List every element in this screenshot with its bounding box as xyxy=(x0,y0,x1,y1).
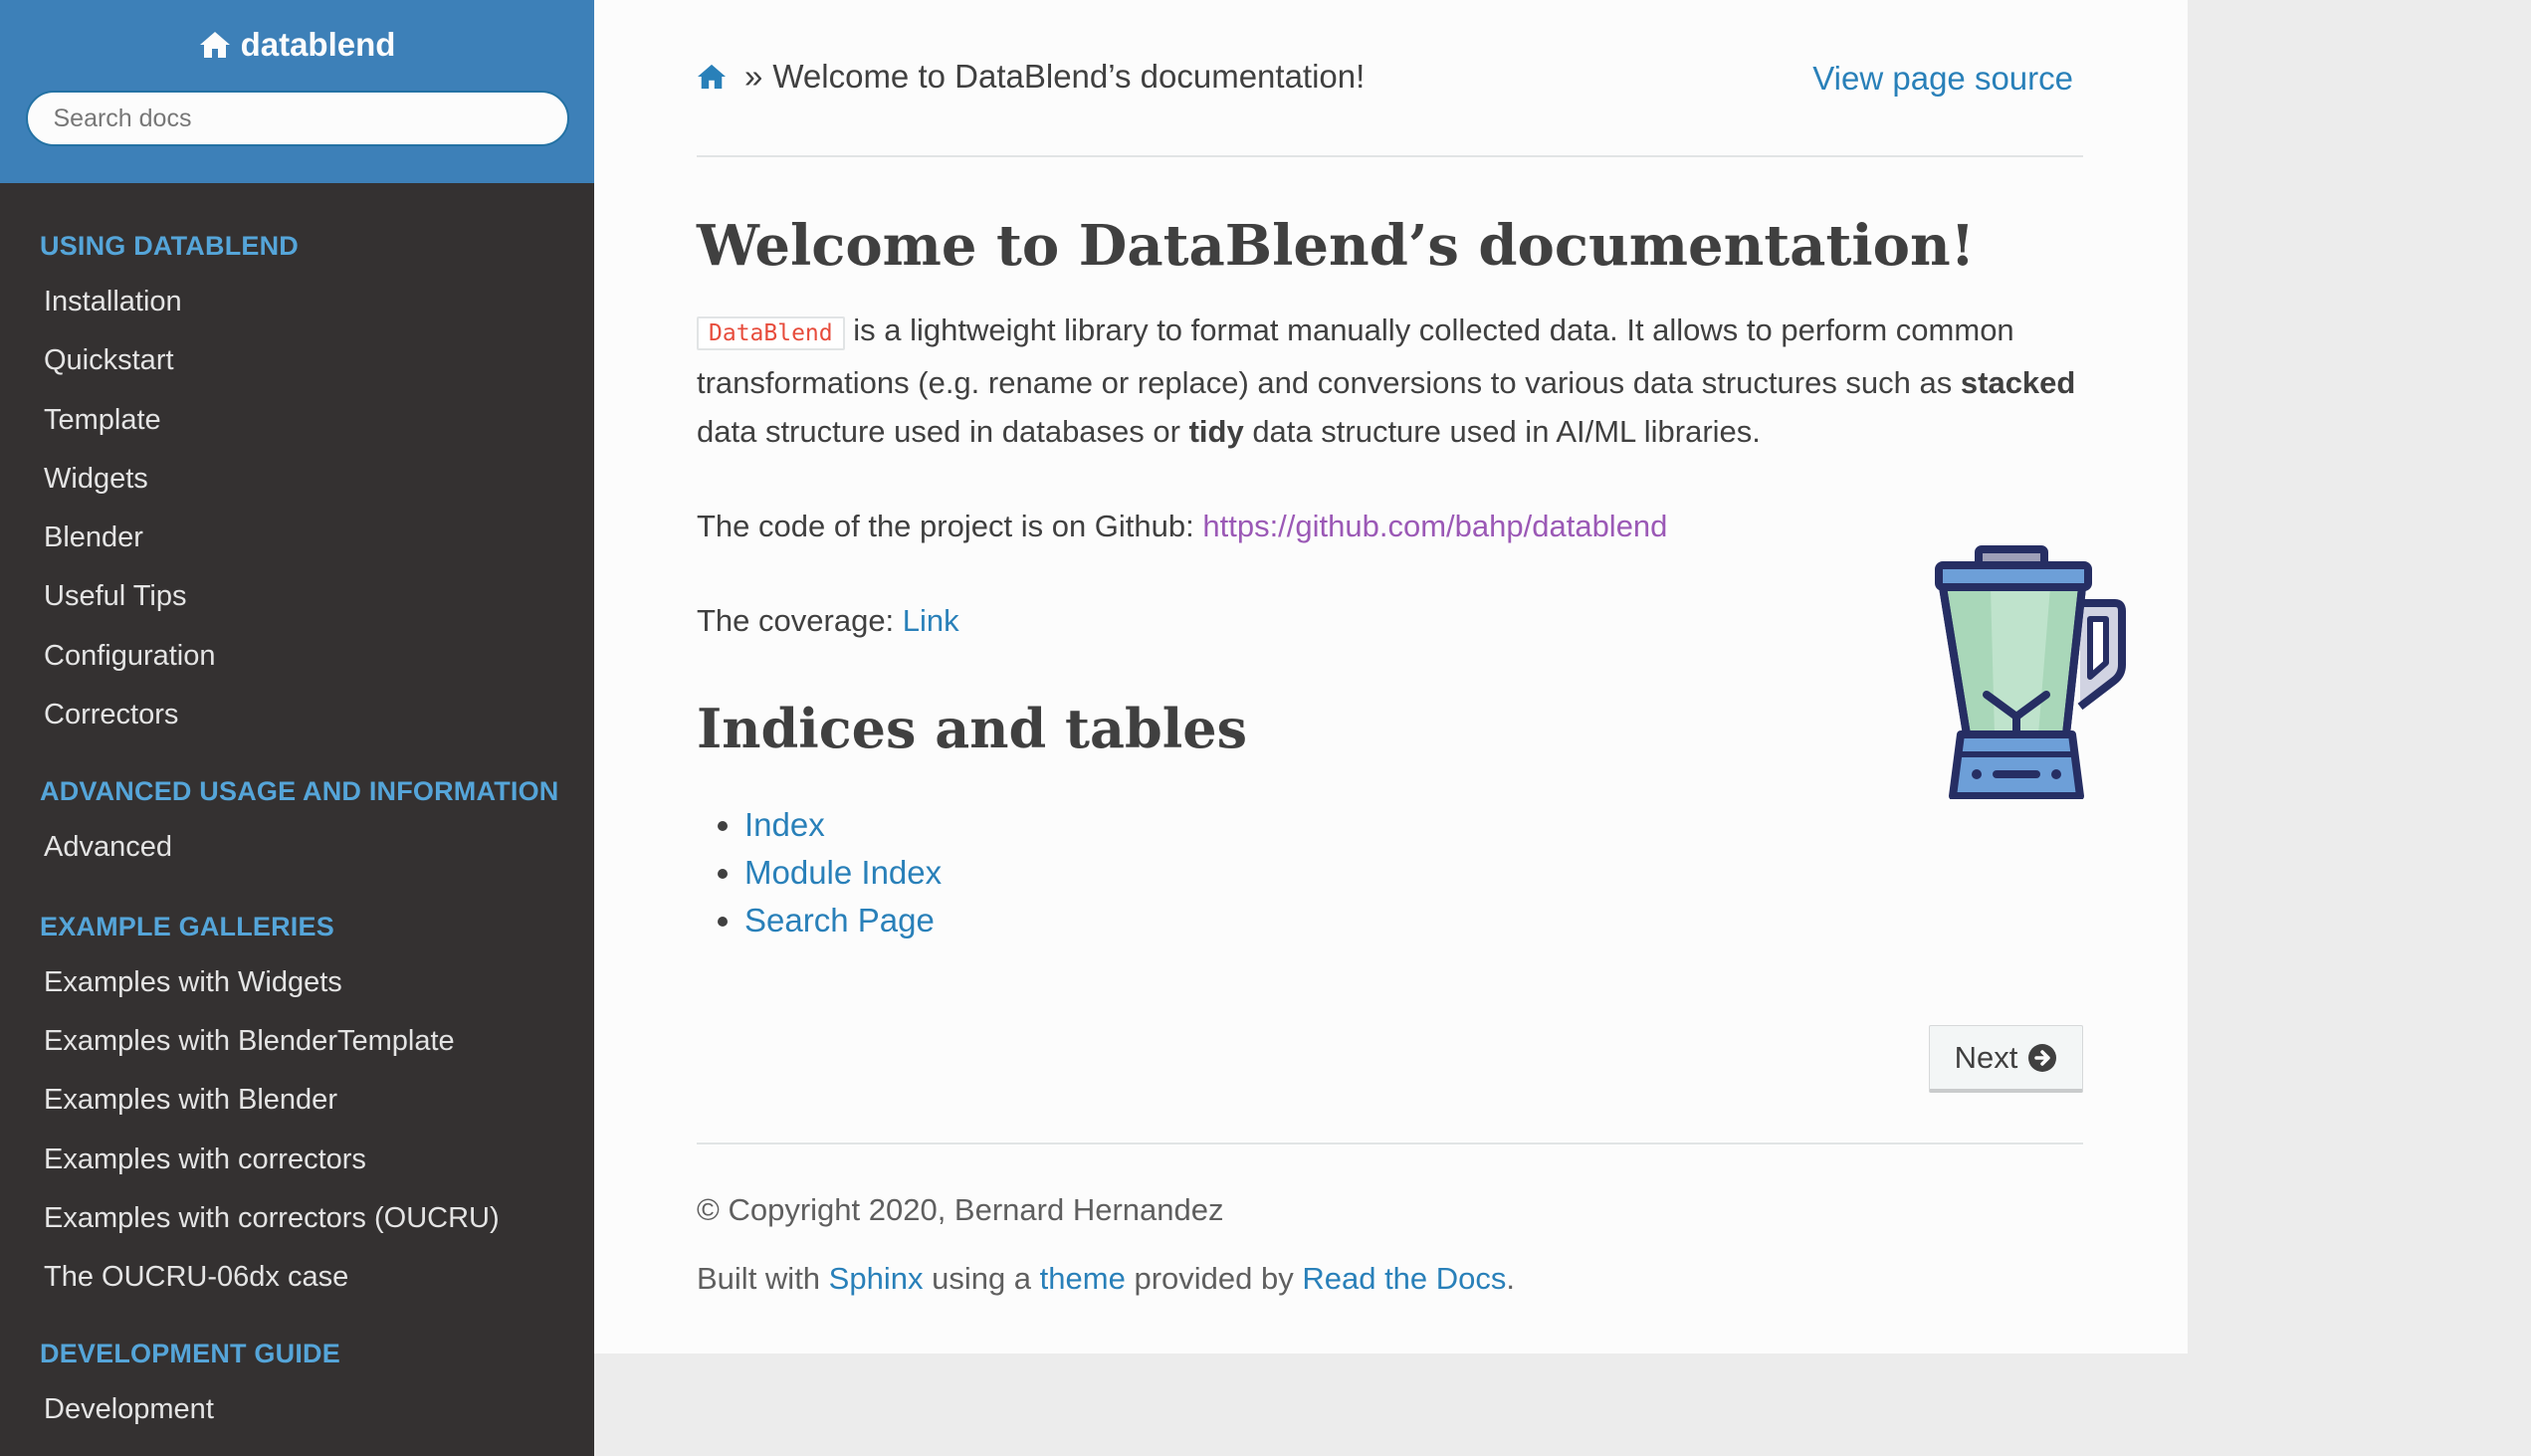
intro-text-3: data structure used in AI/ML libraries. xyxy=(1243,414,1761,450)
sidebar-item-useful-tips[interactable]: Useful Tips xyxy=(0,567,594,626)
sidebar-item-template[interactable]: Template xyxy=(0,391,594,450)
sidebar-item-oucru-06dx[interactable]: The OUCRU-06dx case xyxy=(0,1248,594,1307)
search-input[interactable] xyxy=(51,103,567,134)
intro-bold-stacked: stacked xyxy=(1960,365,2076,401)
search-page-link[interactable]: Search Page xyxy=(744,902,935,938)
sidebar-item-examples-widgets[interactable]: Examples with Widgets xyxy=(0,953,594,1012)
index-link[interactable]: Index xyxy=(744,806,825,843)
indices-heading: Indices and tables xyxy=(697,697,1247,761)
intro-text-2: data structure used in databases or xyxy=(697,414,1189,450)
sidebar-item-examples-blendertemplate[interactable]: Examples with BlenderTemplate xyxy=(0,1012,594,1071)
built-prefix: Built with xyxy=(697,1261,829,1296)
search-box xyxy=(25,91,569,146)
sidebar-item-quickstart[interactable]: Quickstart xyxy=(0,331,594,390)
nav-caption-advanced: ADVANCED USAGE AND INFORMATION xyxy=(40,776,559,807)
nav-caption-development: DEVELOPMENT GUIDE xyxy=(40,1339,340,1369)
intro-paragraph: DataBlend is a lightweight library to fo… xyxy=(697,306,2083,456)
sidebar-nav: datablend USING DATABLEND Installation Q… xyxy=(0,0,594,1456)
built-provided: provided by xyxy=(1125,1261,1303,1296)
nav-caption-galleries: EXAMPLE GALLERIES xyxy=(40,911,334,941)
breadcrumb-current: Welcome to DataBlend’s documentation! xyxy=(772,58,1366,95)
built-using: using a xyxy=(923,1261,1040,1296)
content-area: » Welcome to DataBlend’s documentation! … xyxy=(594,0,2188,1353)
list-item: Module Index xyxy=(744,849,2083,897)
coverage-prefix: The coverage: xyxy=(697,603,903,639)
home-icon[interactable] xyxy=(697,63,727,91)
project-home-link[interactable]: datablend xyxy=(199,26,396,64)
copyright-text: © Copyright 2020, Bernard Hernandez xyxy=(697,1192,1224,1227)
github-paragraph: The code of the project is on Github: ht… xyxy=(697,502,2083,550)
next-button-label: Next xyxy=(1954,1039,2018,1075)
blender-logo xyxy=(1935,545,2126,799)
sidebar-item-blender[interactable]: Blender xyxy=(0,509,594,567)
sidebar-item-advanced[interactable]: Advanced xyxy=(0,818,594,877)
datablend-code: DataBlend xyxy=(697,316,845,351)
home-icon xyxy=(199,32,230,58)
intro-bold-tidy: tidy xyxy=(1188,414,1244,450)
coverage-link[interactable]: Link xyxy=(903,603,959,638)
read-the-docs-link[interactable]: Read the Docs xyxy=(1302,1261,1506,1296)
sidebar-item-correctors[interactable]: Correctors xyxy=(0,686,594,744)
intro-text-1: is a lightweight library to format manua… xyxy=(697,312,2014,401)
list-item: Search Page xyxy=(744,897,2083,944)
sidebar-item-widgets[interactable]: Widgets xyxy=(0,450,594,509)
sidebar-item-examples-blender[interactable]: Examples with Blender xyxy=(0,1071,594,1130)
sidebar-item-installation[interactable]: Installation xyxy=(0,273,594,331)
list-item: Index xyxy=(744,801,2083,849)
module-index-link[interactable]: Module Index xyxy=(744,854,942,891)
view-page-source-link[interactable]: View page source xyxy=(1812,60,2073,98)
theme-link[interactable]: theme xyxy=(1040,1261,1126,1296)
github-prefix: The code of the project is on Github: xyxy=(697,509,1203,544)
next-button[interactable]: Next xyxy=(1929,1025,2083,1093)
project-name: datablend xyxy=(240,26,396,63)
sidebar-item-configuration[interactable]: Configuration xyxy=(0,627,594,686)
sidebar-header: datablend xyxy=(0,0,594,183)
built-with-text: Built with Sphinx using a theme provided… xyxy=(697,1261,1515,1297)
github-link[interactable]: https://github.com/bahp/datablend xyxy=(1202,509,1667,543)
page-title: Welcome to DataBlend’s documentation! xyxy=(697,213,1976,279)
sidebar-item-examples-correctors[interactable]: Examples with correctors xyxy=(0,1131,594,1189)
footer-divider xyxy=(697,1143,2083,1144)
arrow-circle-right-icon xyxy=(2028,1043,2057,1072)
sphinx-link[interactable]: Sphinx xyxy=(829,1261,924,1296)
indices-list: Index Module Index Search Page xyxy=(697,801,2083,944)
coverage-paragraph: The coverage: Link xyxy=(697,596,2083,645)
nav-caption-using: USING DATABLEND xyxy=(40,231,299,261)
sidebar-item-development[interactable]: Development xyxy=(0,1380,594,1439)
breadcrumb-separator: » xyxy=(744,58,763,95)
document: » Welcome to DataBlend’s documentation! … xyxy=(697,0,2126,1296)
breadcrumb: » Welcome to DataBlend’s documentation! … xyxy=(697,0,2083,157)
sidebar-item-examples-correctors-oucru[interactable]: Examples with correctors (OUCRU) xyxy=(0,1189,594,1248)
built-end: . xyxy=(1506,1261,1516,1296)
